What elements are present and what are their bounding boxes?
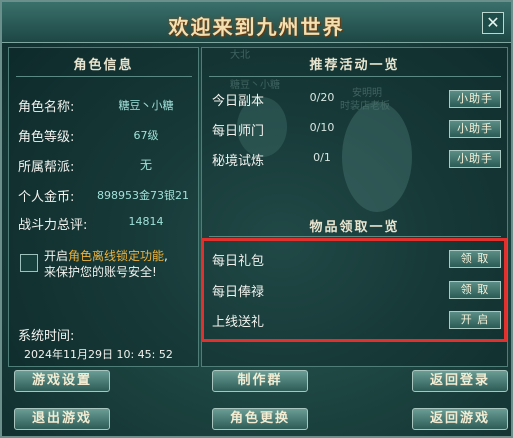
combat-power-value: 14814 [128,215,164,228]
guild-value: 无 [139,158,152,172]
guild-label: 所属帮派: [18,160,75,175]
close-button[interactable]: ✕ [482,12,504,34]
system-time-value: 2024年11月29日 10: 45: 52 [24,348,173,361]
activity-progress: 0/10 [309,121,335,134]
highlight-box [201,238,507,342]
character-level-value: 67级 [133,129,159,142]
character-info-panel [8,47,199,367]
activity-progress: 0/20 [309,91,335,104]
change-character-button[interactable]: 角色更换 [212,408,308,430]
combat-power-label: 战斗力总评: [18,218,88,233]
lock-line2: 来保护您的账号安全! [44,265,157,279]
offline-lock-checkbox[interactable] [20,254,38,272]
lock-suffix: , [164,249,168,263]
activity-progress: 0/1 [313,151,331,164]
system-time-label: 系统时间: [18,329,75,344]
title-bar[interactable]: 欢迎来到九州世界 ✕ [2,2,511,43]
character-name-value: 糖豆丶小糖 [118,99,174,112]
main-window: 大北 糖豆丶小糖 安明明 时装店老板 欢迎来到九州世界 ✕ 角色信息 角色名称:… [0,0,513,438]
lock-feature-link[interactable]: 角色离线锁定功能 [68,249,164,263]
character-info-title: 角色信息 [73,58,134,73]
gold-value: 898953金73银21 [97,189,189,202]
lock-prefix: 开启 [44,249,69,263]
character-level-label: 角色等级: [18,130,75,145]
activity-label: 秘境试炼 [212,154,265,169]
gold-label: 个人金币: [18,190,75,205]
activity-helper-button[interactable]: 小助手 [449,90,501,108]
activity-label: 每日师门 [212,124,265,139]
activities-title: 推荐活动一览 [309,58,400,73]
offline-lock-text: 开启角色离线锁定功能, 来保护您的账号安全! [44,248,168,280]
divider [209,76,501,77]
production-button[interactable]: 制作群 [212,370,308,392]
divider [16,76,192,77]
return-game-button[interactable]: 返回游戏 [412,408,508,430]
items-title: 物品领取一览 [309,220,400,235]
game-settings-button[interactable]: 游戏设置 [14,370,110,392]
activity-helper-button[interactable]: 小助手 [449,120,501,138]
window-title: 欢迎来到九州世界 [168,15,345,39]
exit-game-button[interactable]: 退出游戏 [14,408,110,430]
character-name-label: 角色名称: [18,100,75,115]
activity-label: 今日副本 [212,94,265,109]
activity-helper-button[interactable]: 小助手 [449,150,501,168]
divider [209,236,501,237]
return-login-button[interactable]: 返回登录 [412,370,508,392]
